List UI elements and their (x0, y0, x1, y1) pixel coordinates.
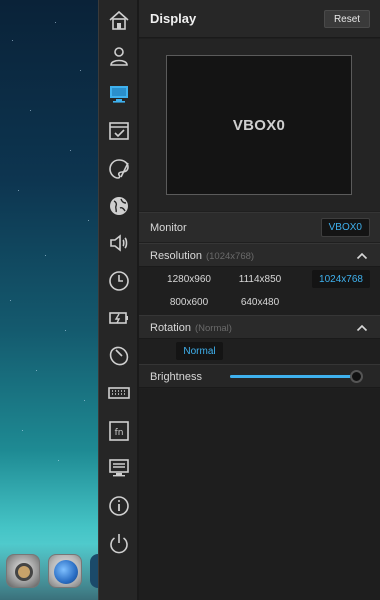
resolution-option[interactable]: 640x480 (225, 293, 295, 311)
home-icon[interactable] (99, 2, 139, 38)
brightness-label: Brightness (150, 371, 202, 383)
brightness-slider[interactable] (230, 375, 360, 378)
page-title: Display (150, 11, 197, 26)
browser-icon[interactable] (48, 554, 82, 588)
monitor-preview-area: VBOX0 (139, 39, 380, 211)
power-icon[interactable] (99, 525, 139, 561)
resolution-label: Resolution (150, 250, 202, 262)
clock-icon[interactable] (99, 263, 139, 299)
sound-icon[interactable] (99, 225, 139, 261)
reset-button[interactable]: Reset (324, 10, 370, 28)
monitor-row: Monitor VBOX0 (139, 212, 380, 242)
resolution-option[interactable]: 1280x960 (150, 270, 228, 288)
rotation-label: Rotation (150, 322, 191, 334)
rotation-section-header[interactable]: Rotation (Normal) (139, 315, 380, 339)
chevron-up-icon[interactable] (356, 250, 368, 262)
keyboard-icon[interactable] (99, 375, 139, 411)
rotation-current: (Normal) (194, 323, 232, 334)
panel-empty-area (139, 389, 380, 600)
resolution-options: 1280x960 1114x850 1024x768 800x600 640x4… (139, 268, 380, 315)
battery-icon[interactable] (99, 300, 139, 336)
globe-icon[interactable] (99, 188, 139, 224)
monitor-preview-label: VBOX0 (232, 116, 286, 134)
info-icon[interactable] (99, 488, 139, 524)
monitor-select[interactable]: VBOX0 (320, 218, 370, 237)
resolution-option[interactable]: 800x600 (150, 293, 228, 311)
rotation-option-selected[interactable]: Normal (176, 342, 223, 360)
rotation-options: Normal (139, 340, 380, 364)
monitor-preview[interactable]: VBOX0 (166, 55, 352, 195)
chevron-up-icon[interactable] (356, 322, 368, 334)
mouse-icon[interactable] (99, 338, 139, 374)
user-icon[interactable] (99, 38, 139, 74)
function-key-icon[interactable]: fn (99, 413, 139, 449)
resolution-option-selected[interactable]: 1024x768 (312, 270, 370, 288)
brightness-slider-thumb[interactable] (350, 370, 364, 383)
svg-text:fn: fn (115, 428, 124, 438)
resolution-section-header[interactable]: Resolution (1024x768) (139, 243, 380, 267)
window-icon[interactable] (99, 113, 139, 149)
palette-icon[interactable] (99, 151, 139, 187)
settings-icon[interactable] (6, 554, 40, 588)
desktop-background (0, 0, 100, 600)
dock (0, 544, 100, 600)
brightness-slider-fill (230, 375, 357, 378)
resolution-current: (1024x768) (205, 251, 255, 262)
panel-header: Display Reset (139, 0, 380, 38)
display-icon[interactable] (99, 76, 139, 112)
settings-category-sidebar: fn (98, 0, 138, 600)
brightness-row: Brightness (139, 364, 380, 388)
terminal-icon[interactable] (99, 450, 139, 486)
display-settings-panel: Display Reset VBOX0 Monitor VBOX0 Resolu… (139, 0, 380, 600)
resolution-option[interactable]: 1114x850 (225, 270, 295, 288)
monitor-label: Monitor (150, 222, 187, 234)
